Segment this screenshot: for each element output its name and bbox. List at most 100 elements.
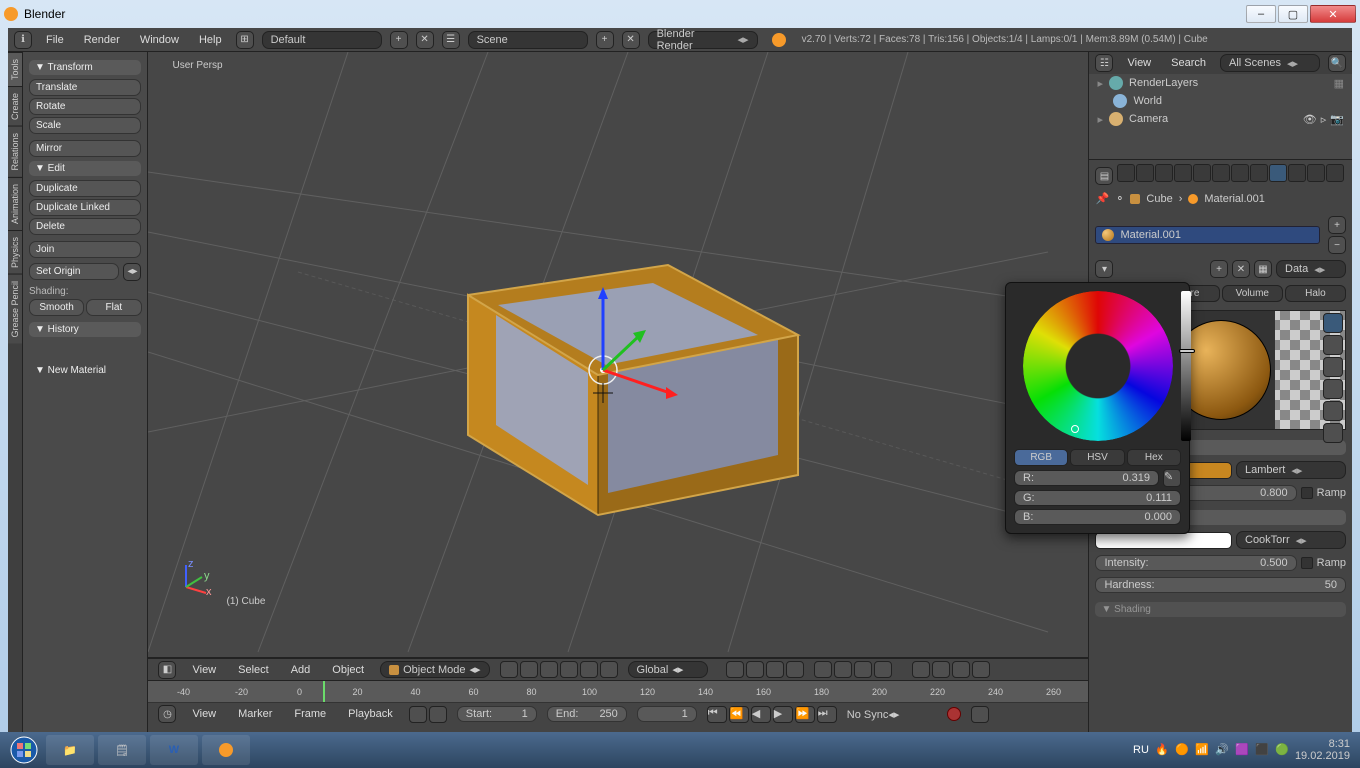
- pivot-icon[interactable]: [520, 661, 538, 678]
- taskbar-blender-icon[interactable]: [202, 735, 250, 765]
- taskbar-explorer-icon[interactable]: 📁: [46, 735, 94, 765]
- auto-keyframe-icon[interactable]: [409, 706, 427, 723]
- screen-layout-dropdown[interactable]: Default: [262, 31, 382, 49]
- delete-button[interactable]: Delete: [29, 218, 141, 235]
- scene-add-button[interactable]: +: [596, 31, 614, 49]
- layers-3-icon[interactable]: [766, 661, 784, 678]
- timeline-ruler[interactable]: -40 -20 0 20 40 60 80 100 120 140 160 18…: [148, 681, 1088, 703]
- close-button[interactable]: ✕: [1310, 5, 1356, 23]
- current-frame-field[interactable]: 1: [637, 706, 697, 722]
- record-button[interactable]: [947, 707, 961, 721]
- editor-type-properties-icon[interactable]: ▤: [1095, 167, 1113, 185]
- layers-6-icon[interactable]: [834, 661, 852, 678]
- snap-icon[interactable]: [912, 661, 930, 678]
- menu-render[interactable]: Render: [78, 34, 126, 46]
- edit-header[interactable]: ▼ Edit: [29, 161, 141, 176]
- layers-7-icon[interactable]: [854, 661, 872, 678]
- outliner-item-camera[interactable]: ▸ Camera 👁 ▹ 📷: [1089, 110, 1352, 128]
- tab-relations[interactable]: Relations: [8, 126, 22, 177]
- orientation-dropdown[interactable]: Global◂▸: [628, 661, 708, 678]
- shading-mode-icon[interactable]: [500, 661, 518, 678]
- specular-intensity-field[interactable]: Intensity:0.500: [1095, 555, 1296, 571]
- tab-physics[interactable]: Physics: [8, 230, 22, 274]
- manipulator-translate-icon[interactable]: [560, 661, 578, 678]
- mat-type-volume[interactable]: Volume: [1222, 285, 1283, 302]
- specular-ramp-checkbox[interactable]: [1301, 557, 1313, 569]
- tray-icon-4[interactable]: 🔊: [1215, 743, 1229, 757]
- menu-help[interactable]: Help: [193, 34, 228, 46]
- pin-icon[interactable]: 📌: [1095, 192, 1109, 205]
- scene-dropdown[interactable]: Scene: [468, 31, 588, 49]
- tab-tools[interactable]: Tools: [8, 52, 22, 86]
- duplicate-linked-button[interactable]: Duplicate Linked: [29, 199, 141, 216]
- smooth-button[interactable]: Smooth: [29, 299, 84, 316]
- keying-lock-icon[interactable]: [429, 706, 447, 723]
- slot-remove-button[interactable]: −: [1328, 236, 1346, 254]
- vp-menu-view[interactable]: View: [186, 664, 222, 676]
- layout-del-button[interactable]: ✕: [416, 31, 434, 49]
- ctx-data-icon[interactable]: [1250, 164, 1268, 182]
- new-material-header[interactable]: ▼ New Material: [29, 363, 141, 378]
- start-button[interactable]: [4, 734, 44, 766]
- manipulator-scale-icon[interactable]: [600, 661, 618, 678]
- layers-4-icon[interactable]: [786, 661, 804, 678]
- tray-icon-5[interactable]: 🟪: [1235, 743, 1249, 757]
- play-reverse-button[interactable]: ◀: [751, 706, 771, 723]
- ol-menu-view[interactable]: View: [1121, 57, 1157, 69]
- jump-prev-button[interactable]: ⏪: [729, 706, 749, 723]
- ctx-scene-icon[interactable]: [1155, 164, 1173, 182]
- outliner-item-renderlayers[interactable]: ▸ RenderLayers ▦: [1089, 74, 1352, 92]
- camera-icon[interactable]: [972, 661, 990, 678]
- taskbar-word-icon[interactable]: W: [150, 735, 198, 765]
- slot-copy-button[interactable]: +: [1210, 260, 1228, 278]
- tab-grease-pencil[interactable]: Grease Pencil: [8, 274, 22, 344]
- slot-menu-button[interactable]: ▾: [1095, 260, 1113, 278]
- vp-menu-add[interactable]: Add: [285, 664, 317, 676]
- color-r-field[interactable]: R:0.319: [1014, 470, 1159, 486]
- maximize-button[interactable]: ▢: [1278, 5, 1308, 23]
- translate-button[interactable]: Translate: [29, 79, 141, 96]
- proportional-icon[interactable]: [932, 661, 950, 678]
- editor-type-timeline-icon[interactable]: ◷: [158, 705, 176, 723]
- tl-menu-view[interactable]: View: [186, 708, 222, 720]
- tab-animation[interactable]: Animation: [8, 177, 22, 230]
- tray-icon-1[interactable]: 🔥: [1155, 743, 1169, 757]
- taskbar-notes-icon[interactable]: 🗒: [98, 735, 146, 765]
- set-origin-arrows-icon[interactable]: ◂▸: [123, 263, 141, 281]
- shading-section-header[interactable]: ▼ Shading: [1095, 602, 1346, 617]
- join-button[interactable]: Join: [29, 241, 141, 258]
- start-frame-field[interactable]: Start:1: [457, 706, 537, 722]
- interaction-mode-dropdown[interactable]: Object Mode ◂▸: [380, 661, 489, 678]
- manipulator-toggle-icon[interactable]: [540, 661, 558, 678]
- tray-icon-3[interactable]: 📶: [1195, 743, 1209, 757]
- cursor-icon[interactable]: ▹: [1321, 113, 1327, 126]
- ctx-material-icon[interactable]: [1269, 164, 1287, 182]
- colormode-rgb-tab[interactable]: RGB: [1014, 449, 1068, 466]
- ctx-render-icon[interactable]: [1117, 164, 1135, 182]
- tray-icon-7[interactable]: 🟢: [1275, 743, 1289, 757]
- jump-end-button[interactable]: ⏭: [817, 706, 837, 723]
- diffuse-shader-dropdown[interactable]: Lambert◂▸: [1236, 461, 1346, 479]
- tray-icon-6[interactable]: ⬛: [1255, 743, 1269, 757]
- material-slot[interactable]: Material.001: [1095, 226, 1320, 244]
- editor-type-icon[interactable]: ℹ: [14, 31, 32, 49]
- layers-8-icon[interactable]: [874, 661, 892, 678]
- sync-dropdown[interactable]: No Sync◂▸: [847, 708, 937, 721]
- ol-menu-search[interactable]: Search: [1165, 57, 1212, 69]
- editor-type-3dview-icon[interactable]: ◧: [158, 661, 176, 679]
- value-slider-cursor[interactable]: [1179, 349, 1195, 353]
- color-b-field[interactable]: B:0.000: [1014, 509, 1181, 525]
- preview-hair-icon[interactable]: [1323, 401, 1343, 421]
- scene-browse-icon[interactable]: ☰: [442, 31, 460, 49]
- ctx-particles-icon[interactable]: [1307, 164, 1325, 182]
- jump-next-button[interactable]: ⏩: [795, 706, 815, 723]
- vp-menu-object[interactable]: Object: [326, 664, 370, 676]
- transform-header[interactable]: ▼ Transform: [29, 60, 141, 75]
- scene-del-button[interactable]: ✕: [622, 31, 640, 49]
- slot-del-button[interactable]: ✕: [1232, 260, 1250, 278]
- preview-cube-icon[interactable]: [1323, 357, 1343, 377]
- layout-browse-icon[interactable]: ⊞: [236, 31, 254, 49]
- ctx-constraints-icon[interactable]: [1212, 164, 1230, 182]
- scale-button[interactable]: Scale: [29, 117, 141, 134]
- manipulator-rotate-icon[interactable]: [580, 661, 598, 678]
